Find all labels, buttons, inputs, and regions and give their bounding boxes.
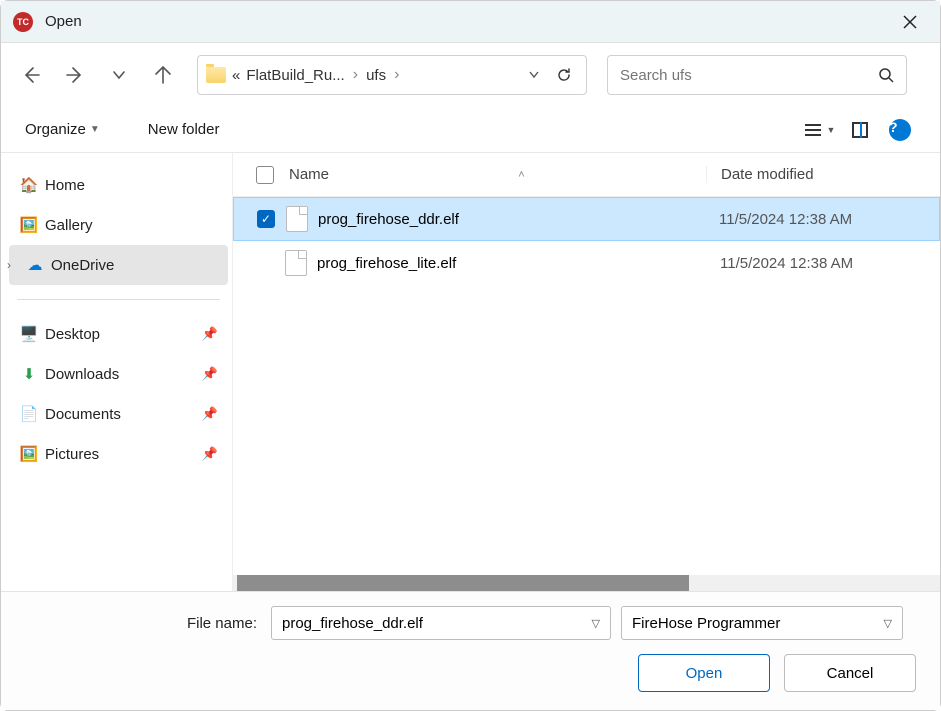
search-icon <box>878 67 894 83</box>
filetype-combo[interactable]: FireHose Programmer▽ <box>621 606 903 640</box>
pin-icon: 📌 <box>202 406 218 422</box>
back-button[interactable] <box>19 63 43 87</box>
organize-button[interactable]: Organize▼ <box>25 121 100 138</box>
chevron-down-icon <box>112 68 126 82</box>
column-header: Name˄ Date modified <box>233 153 940 197</box>
file-date: 11/5/2024 12:38 AM <box>706 255 940 272</box>
address-dropdown[interactable] <box>528 69 550 81</box>
refresh-icon <box>556 67 572 83</box>
forward-button[interactable] <box>63 63 87 87</box>
sidebar-item-pictures[interactable]: 🖼️Pictures📌 <box>9 434 228 474</box>
breadcrumb-sep: › <box>392 66 401 84</box>
new-folder-button[interactable]: New folder <box>148 121 220 138</box>
sort-indicator-icon: ˄ <box>518 169 524 181</box>
chevron-down-icon: ▽ <box>592 617 600 630</box>
gallery-icon: 🖼️ <box>19 216 39 234</box>
app-icon: TC <box>13 12 33 32</box>
recent-locations-button[interactable] <box>107 63 131 87</box>
filename-combo[interactable]: prog_firehose_ddr.elf▽ <box>271 606 611 640</box>
filetype-value: FireHose Programmer <box>632 615 884 632</box>
file-list: ✓ prog_firehose_ddr.elf 11/5/2024 12:38 … <box>233 197 940 575</box>
row-checkbox[interactable]: ✓ <box>257 210 275 228</box>
help-icon: ? <box>889 119 911 141</box>
window-title: Open <box>45 13 82 30</box>
nav-bar: « FlatBuild_Ru... › ufs › <box>1 43 940 107</box>
chevron-down-icon: ▽ <box>884 617 892 630</box>
preview-pane-button[interactable] <box>844 114 876 146</box>
sidebar-item-downloads[interactable]: ⬇Downloads📌 <box>9 354 228 394</box>
file-date: 11/5/2024 12:38 AM <box>705 211 939 228</box>
footer: File name: prog_firehose_ddr.elf▽ FireHo… <box>1 591 940 710</box>
downloads-icon: ⬇ <box>19 365 39 383</box>
filename-value: prog_firehose_ddr.elf <box>282 615 592 632</box>
home-icon: 🏠 <box>19 176 39 194</box>
sidebar-item-onedrive[interactable]: ›☁OneDrive <box>9 245 228 285</box>
search-box[interactable] <box>607 55 907 95</box>
cancel-button[interactable]: Cancel <box>784 654 916 692</box>
file-icon <box>286 206 308 232</box>
column-date[interactable]: Date modified <box>706 166 940 183</box>
pin-icon: 📌 <box>202 366 218 382</box>
title-bar: TC Open <box>1 1 940 43</box>
arrow-left-icon <box>21 65 41 85</box>
file-row[interactable]: ✓ prog_firehose_ddr.elf 11/5/2024 12:38 … <box>233 197 940 241</box>
pin-icon: 📌 <box>202 446 218 462</box>
scrollbar-thumb[interactable] <box>237 575 689 591</box>
list-view-icon <box>805 124 821 136</box>
file-icon <box>285 250 307 276</box>
chevron-down-icon <box>528 69 540 81</box>
close-button[interactable] <box>892 4 928 40</box>
search-input[interactable] <box>620 67 878 84</box>
breadcrumb-folder[interactable]: FlatBuild_Ru... <box>246 67 344 84</box>
desktop-icon: 🖥️ <box>19 325 39 343</box>
sidebar-item-desktop[interactable]: 🖥️Desktop📌 <box>9 314 228 354</box>
sidebar-item-gallery[interactable]: 🖼️Gallery <box>9 205 228 245</box>
pin-icon: 📌 <box>202 326 218 342</box>
file-name: prog_firehose_lite.elf <box>317 255 456 272</box>
select-all-checkbox[interactable] <box>256 166 274 184</box>
toolbar: Organize▼ New folder ▼ ? <box>1 107 940 153</box>
help-button[interactable]: ? <box>884 114 916 146</box>
arrow-right-icon <box>65 65 85 85</box>
refresh-button[interactable] <box>556 67 578 83</box>
view-button[interactable]: ▼ <box>804 114 836 146</box>
chevron-right-icon: › <box>7 258 11 272</box>
file-name: prog_firehose_ddr.elf <box>318 211 459 228</box>
arrow-up-icon <box>153 65 173 85</box>
sidebar: 🏠Home 🖼️Gallery ›☁OneDrive 🖥️Desktop📌 ⬇D… <box>1 153 233 591</box>
main-area: 🏠Home 🖼️Gallery ›☁OneDrive 🖥️Desktop📌 ⬇D… <box>1 153 940 591</box>
folder-icon <box>206 67 226 83</box>
filename-label: File name: <box>21 615 261 632</box>
sidebar-divider <box>17 299 220 300</box>
close-icon <box>903 15 917 29</box>
breadcrumb-sep: › <box>351 66 360 84</box>
sidebar-item-home[interactable]: 🏠Home <box>9 165 228 205</box>
sidebar-item-documents[interactable]: 📄Documents📌 <box>9 394 228 434</box>
column-name[interactable]: Name˄ <box>285 166 706 183</box>
breadcrumb-prefix: « <box>232 67 240 84</box>
address-bar[interactable]: « FlatBuild_Ru... › ufs › <box>197 55 587 95</box>
pictures-icon: 🖼️ <box>19 445 39 463</box>
pane-icon <box>852 122 868 138</box>
documents-icon: 📄 <box>19 405 39 423</box>
open-button[interactable]: Open <box>638 654 770 692</box>
file-row[interactable]: prog_firehose_lite.elf 11/5/2024 12:38 A… <box>233 241 940 285</box>
breadcrumb-current[interactable]: ufs <box>366 67 386 84</box>
file-pane: Name˄ Date modified ✓ prog_firehose_ddr.… <box>233 153 940 591</box>
onedrive-icon: ☁ <box>25 256 45 274</box>
horizontal-scrollbar[interactable] <box>233 575 940 591</box>
up-button[interactable] <box>151 63 175 87</box>
